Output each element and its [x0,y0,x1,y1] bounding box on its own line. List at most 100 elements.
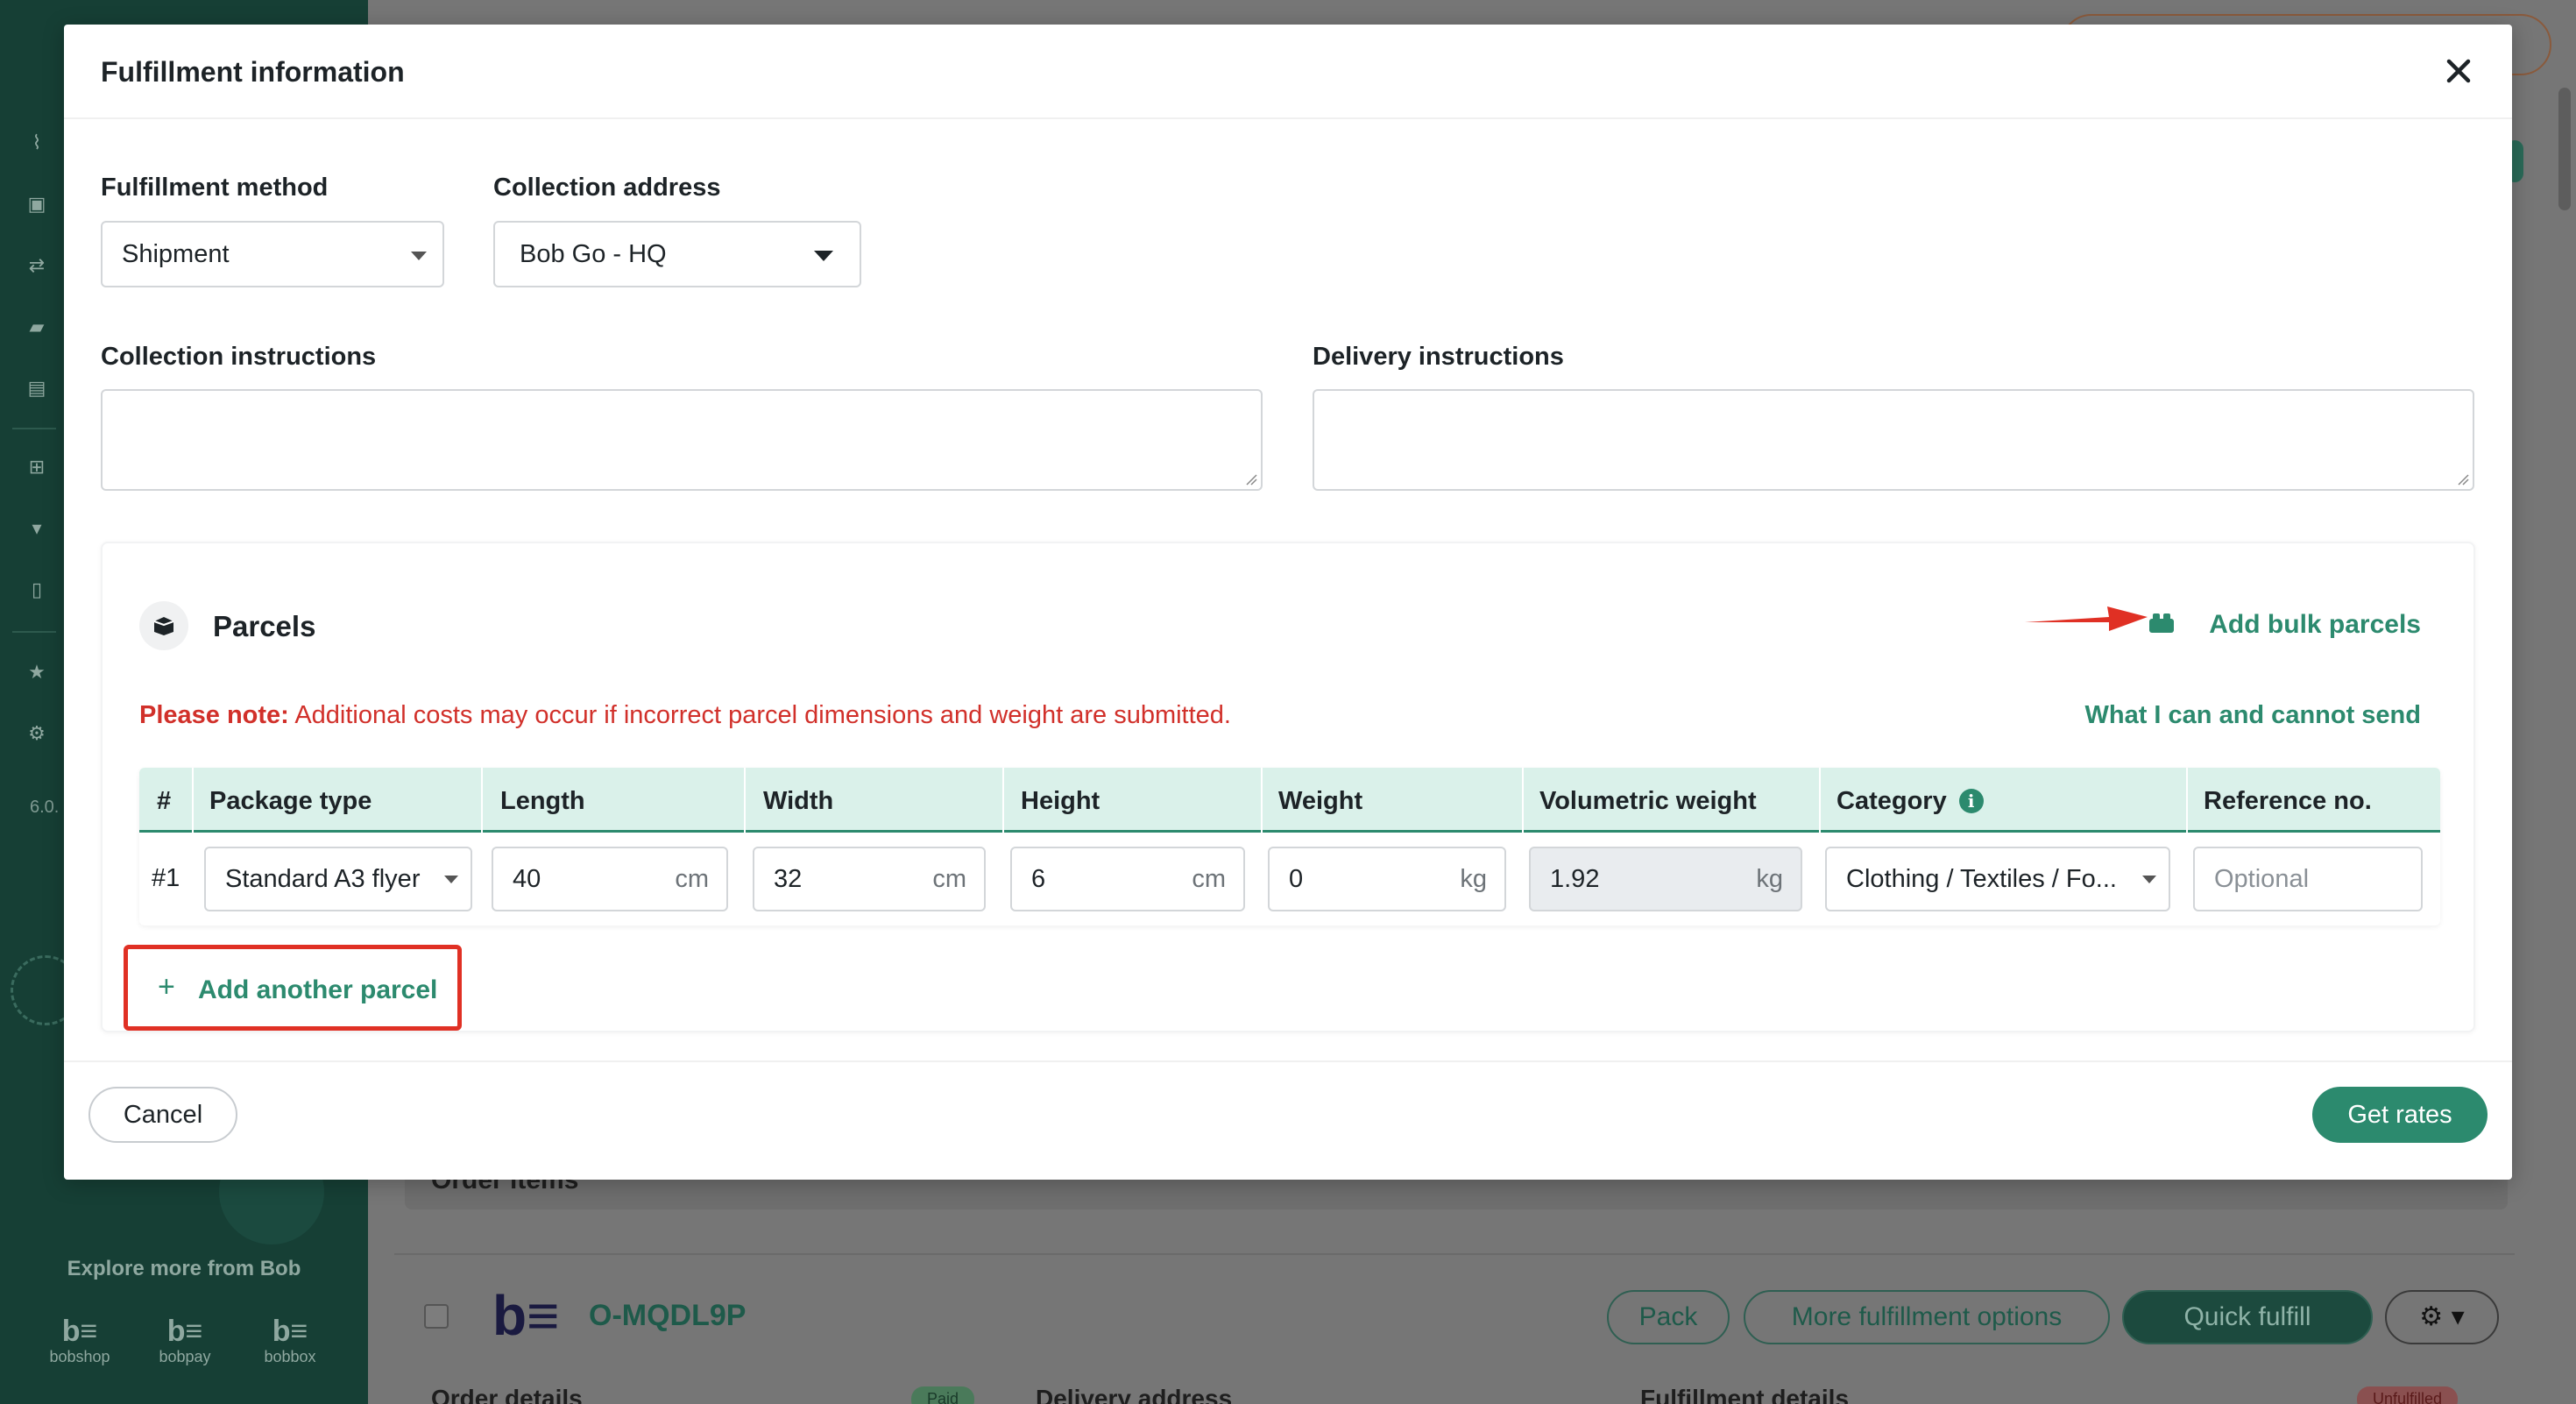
resize-grip-icon[interactable] [1245,473,1257,486]
modal-title: Fulfillment information [101,56,405,88]
collection-address-select[interactable]: Bob Go - HQ [493,221,861,287]
collection-instructions-input[interactable] [101,389,1263,491]
close-button[interactable] [2438,51,2479,91]
reference-input[interactable]: Optional [2193,847,2423,911]
chevron-down-icon [444,876,458,883]
page-scrollbar[interactable] [2558,88,2571,210]
delivery-instructions-label: Delivery instructions [1313,343,1564,371]
bobpay-logo-icon: b≡ [166,1315,203,1348]
cancel-button[interactable]: Cancel [88,1087,237,1143]
order-id[interactable]: O-MQDL9P [589,1299,746,1333]
more-fulfillment-options-button[interactable]: More fulfillment options [1744,1290,2110,1344]
file-icon[interactable]: ▯ [26,580,47,601]
volumetric-weight-unit: kg [1756,865,1783,893]
info-icon[interactable]: i [1958,789,1984,813]
collection-address-value: Bob Go - HQ [520,240,667,268]
width-value: 32 [774,865,803,893]
dimensions-note: Please note: Additional costs may occur … [139,701,1231,730]
column-divider [2186,768,2188,833]
weight-unit: kg [1460,865,1487,893]
package-type-value: Standard A3 flyer [225,865,421,893]
weight-value: 0 [1289,865,1304,893]
chevron-down-icon [814,251,833,261]
bobbox-logo-icon: b≡ [272,1315,308,1348]
height-input[interactable]: 6 cm [1010,847,1245,911]
orders-icon[interactable]: ▣ [26,195,47,216]
collection-address-label: Collection address [493,174,721,202]
delivery-address-heading: Delivery address [1036,1385,1233,1404]
parcels-section: Parcels Add bulk parcels Please note: Ad… [101,542,2475,1032]
width-unit: cm [932,865,966,893]
quick-fulfill-button[interactable]: Quick fulfill [2122,1290,2373,1344]
column-header-weight: Weight [1278,787,1363,815]
red-arrow-annotation [2025,606,2148,631]
bobpay-label: bobpay [159,1348,211,1365]
column-divider [1002,768,1004,833]
modal-footer: Cancel Get rates [64,1060,2512,1180]
add-another-parcel-button[interactable]: + Add another parcel [124,945,462,1031]
bob-logo-icon: b≡ [492,1284,560,1347]
transfer-icon[interactable]: ⇄ [26,256,47,277]
bobpay-link[interactable]: b≡ bobpay [137,1315,233,1366]
parcels-table-header: # Package type Length Width Height Weigh… [139,768,2440,833]
document-icon[interactable]: ▤ [26,379,47,400]
column-header-height: Height [1021,787,1100,815]
order-details-heading: Order details [431,1385,583,1404]
truck-icon[interactable]: ▰ [26,317,47,338]
fulfillment-method-select[interactable]: Shipment [101,221,444,287]
star-icon[interactable]: ★ [26,663,47,684]
sitemap-icon[interactable]: ⊞ [26,457,47,479]
box-icon [153,617,174,635]
column-divider [1261,768,1263,833]
package-type-select[interactable]: Standard A3 flyer [204,847,472,911]
what-i-can-send-link[interactable]: What I can and cannot send [2085,701,2422,730]
pack-button[interactable]: Pack [1607,1290,1730,1344]
category-header-label: Category [1836,787,1947,815]
paid-badge: Paid [911,1386,975,1404]
column-header-width: Width [763,787,834,815]
category-value: Clothing / Textiles / Fo... [1846,865,2117,893]
column-header-category: Category i [1836,787,1984,816]
resize-grip-icon[interactable] [2457,473,2469,486]
cart-icon[interactable]: ▾ [26,519,47,540]
length-input[interactable]: 40 cm [492,847,728,911]
volumetric-weight-field: 1.92 kg [1529,847,1802,911]
bobbox-link[interactable]: b≡ bobbox [242,1315,338,1366]
fulfillment-method-value: Shipment [122,240,230,268]
sidebar-divider [12,428,56,429]
version-text: 6.0. [30,798,60,817]
column-header-number: # [157,787,172,815]
category-select[interactable]: Clothing / Textiles / Fo... [1825,847,2170,911]
column-divider [481,768,483,833]
delivery-instructions-input[interactable] [1313,389,2474,491]
bobshop-label: bobshop [49,1348,110,1365]
boxes-icon[interactable] [2148,612,2176,636]
volumetric-weight-value: 1.92 [1550,865,1600,893]
parcel-row-number: #1 [152,864,180,892]
column-divider [192,768,194,833]
height-unit: cm [1192,865,1226,893]
bobshop-link[interactable]: b≡ bobshop [32,1315,128,1366]
close-icon [2446,59,2471,83]
note-text: Additional costs may occur if incorrect … [294,701,1231,729]
parcels-table: # Package type Length Width Height Weigh… [139,768,2440,925]
column-header-reference: Reference no. [2204,787,2372,815]
chevron-down-icon [2142,876,2156,883]
get-rates-button[interactable]: Get rates [2312,1087,2488,1143]
sidebar-divider [12,631,56,633]
note-label: Please note: [139,701,289,729]
gear-icon[interactable]: ⚙ [26,724,47,745]
bobshop-logo-icon: b≡ [61,1315,98,1348]
parcels-title: Parcels [213,610,316,642]
column-divider [1819,768,1821,833]
collection-instructions-label: Collection instructions [101,343,377,371]
weight-input[interactable]: 0 kg [1268,847,1506,911]
order-settings-button[interactable]: ⚙ ▾ [2385,1290,2499,1344]
order-checkbox[interactable] [424,1304,449,1329]
add-bulk-parcels-link[interactable]: Add bulk parcels [2209,610,2421,640]
bobbox-label: bobbox [264,1348,316,1365]
unfulfilled-badge: Unfulfilled [2357,1386,2459,1404]
width-input[interactable]: 32 cm [753,847,986,911]
chart-icon[interactable]: ⌇ [26,133,47,154]
column-header-package-type: Package type [209,787,372,815]
